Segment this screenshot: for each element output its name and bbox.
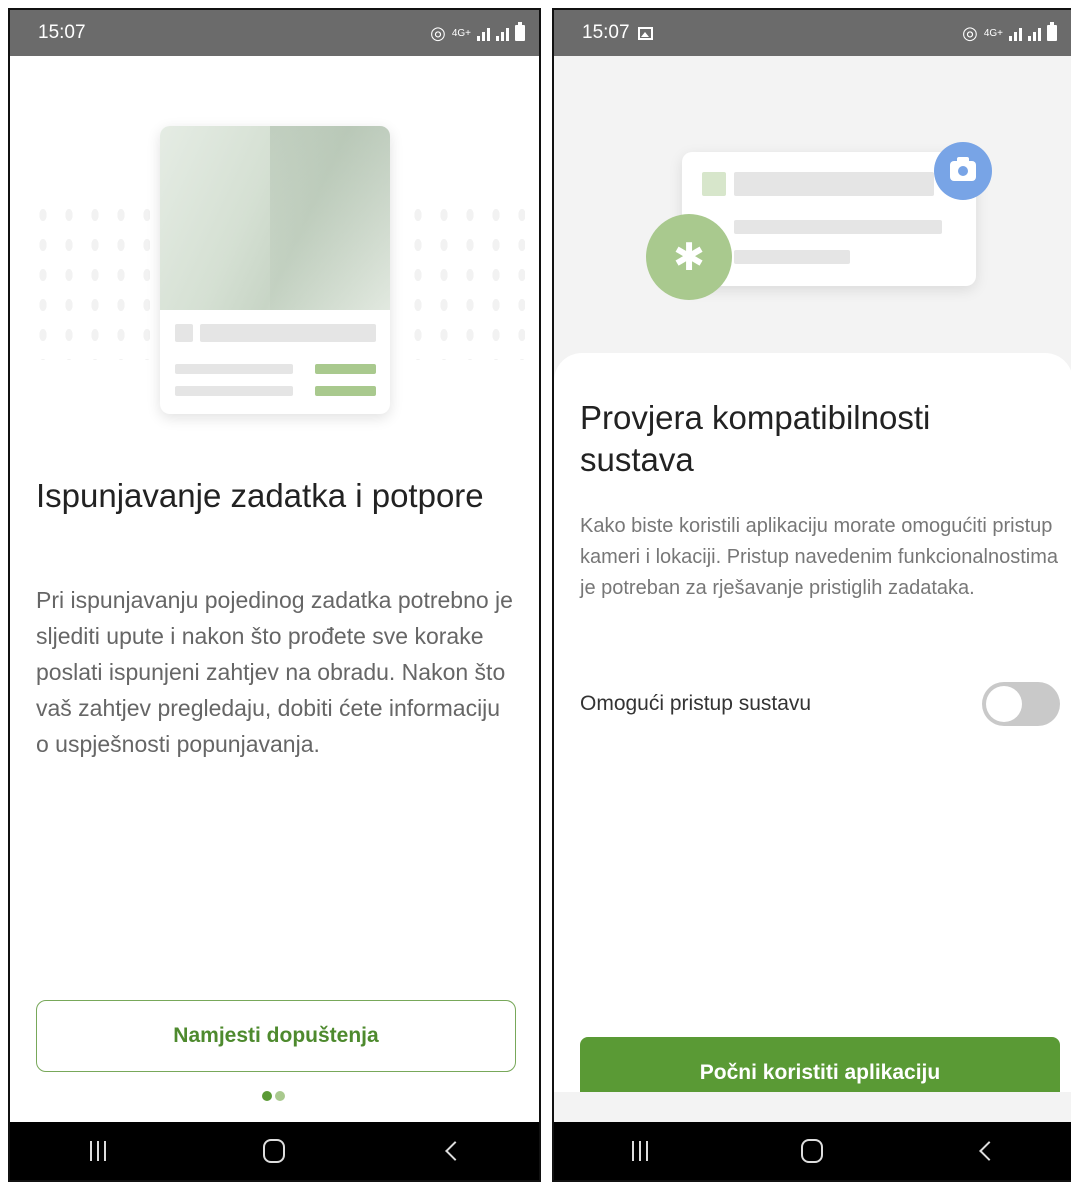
leaf-pattern xyxy=(405,200,525,360)
card-placeholder xyxy=(175,364,293,374)
signal-icon xyxy=(1009,25,1022,41)
status-bar: 15:07 ◎ 4G+ xyxy=(10,10,539,56)
signal-icon xyxy=(1028,25,1041,41)
card-accent xyxy=(315,364,376,374)
set-permissions-button[interactable]: Namjesti dopuštenja xyxy=(36,1000,516,1072)
home-icon xyxy=(801,1139,824,1163)
permissions-illustration: ✱ xyxy=(554,56,1071,356)
gallery-icon xyxy=(637,26,653,40)
battery-icon xyxy=(1047,22,1057,41)
card-placeholder xyxy=(734,172,934,196)
battery-icon xyxy=(515,22,525,41)
back-icon xyxy=(978,1141,999,1161)
home-button[interactable] xyxy=(782,1131,842,1171)
signal-icon xyxy=(496,25,509,41)
hotspot-icon: ◎ xyxy=(430,22,446,43)
content-sheet: Provjera kompatibilnosti sustava Kako bi… xyxy=(554,353,1071,1122)
signal-icon xyxy=(477,25,490,41)
status-time: 15:07 xyxy=(38,22,86,43)
home-button[interactable] xyxy=(244,1131,304,1171)
card-placeholder xyxy=(734,250,850,264)
system-access-toggle-row: Omogući pristup sustavu xyxy=(580,679,1060,729)
page-title: Provjera kompatibilnosti sustava xyxy=(580,399,931,478)
card-photo xyxy=(160,126,390,310)
card-placeholder xyxy=(175,386,293,396)
recent-apps-icon xyxy=(90,1141,107,1161)
network-type-label: 4G+ xyxy=(983,27,1003,39)
gear-icon: ✱ xyxy=(646,214,732,300)
status-bar: 15:07 ◎ 4G+ xyxy=(554,10,1071,56)
card-placeholder xyxy=(200,324,376,342)
recent-apps-button[interactable] xyxy=(610,1131,670,1171)
sheet-footer xyxy=(554,1092,1071,1122)
card-placeholder xyxy=(734,220,942,234)
network-type-label: 4G+ xyxy=(451,27,471,39)
recent-apps-button[interactable] xyxy=(68,1131,128,1171)
page-title: Ispunjavanje zadatka i potpore xyxy=(36,477,484,514)
page-indicator xyxy=(262,1091,285,1101)
back-icon xyxy=(444,1141,465,1161)
leaf-pattern xyxy=(30,200,150,360)
page-dot xyxy=(275,1091,285,1101)
system-access-label: Omogući pristup sustavu xyxy=(580,692,812,715)
page-description: Kako biste koristili aplikaciju morate o… xyxy=(580,515,1058,599)
phone-screen-right: 15:07 ◎ 4G+ ✱ Provjera kompatibilnosti s… xyxy=(552,8,1071,1182)
card-accent xyxy=(315,386,376,396)
card-placeholder xyxy=(175,324,193,342)
task-card-illustration xyxy=(160,126,390,414)
system-nav-bar xyxy=(10,1122,539,1180)
camera-icon xyxy=(934,142,992,200)
page-dot-active xyxy=(262,1091,272,1101)
page-description: Pri ispunjavanju pojedinog zadatka potre… xyxy=(36,587,513,757)
home-icon xyxy=(263,1139,286,1163)
phone-screen-left: 15:07 ◎ 4G+ Ispunjavanje zadatka i potpo… xyxy=(8,8,541,1182)
recent-apps-icon xyxy=(632,1141,649,1161)
system-access-toggle[interactable] xyxy=(982,682,1060,726)
system-nav-bar xyxy=(554,1122,1071,1180)
status-icons: ◎ 4G+ xyxy=(430,22,525,44)
status-icons: ◎ 4G+ xyxy=(962,22,1057,44)
back-button[interactable] xyxy=(421,1131,481,1171)
hotspot-icon: ◎ xyxy=(962,22,978,43)
card-placeholder xyxy=(702,172,726,196)
toggle-knob xyxy=(986,686,1022,722)
task-illustration xyxy=(30,120,525,430)
back-button[interactable] xyxy=(955,1131,1015,1171)
status-time: 15:07 xyxy=(582,22,630,43)
